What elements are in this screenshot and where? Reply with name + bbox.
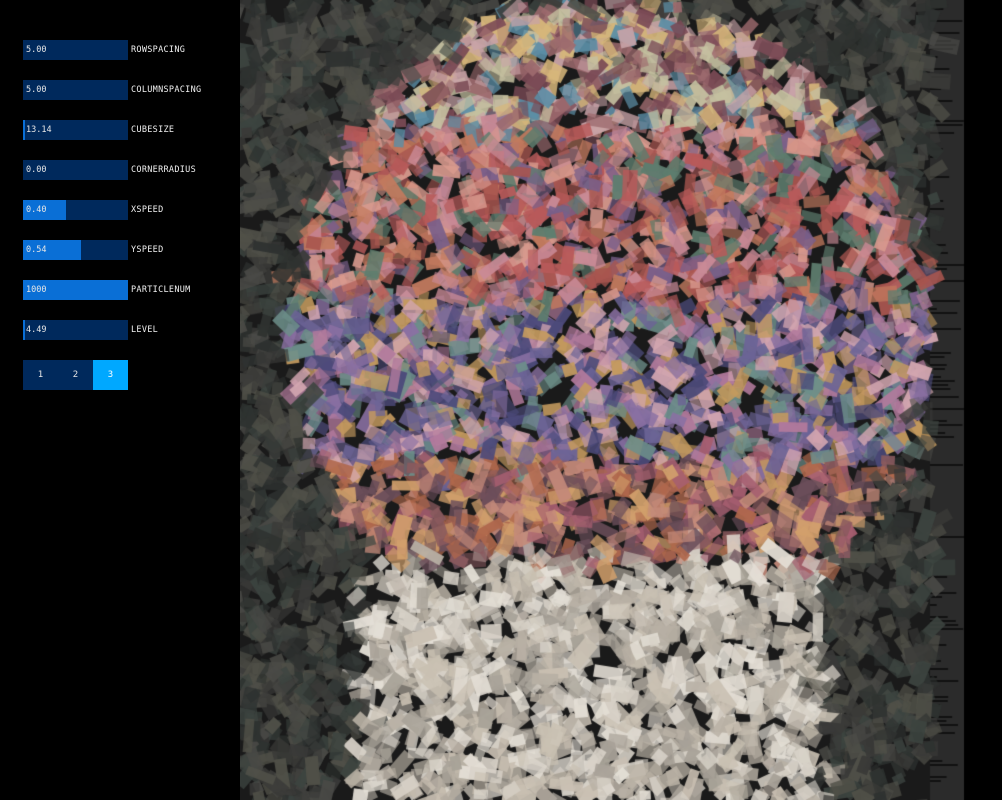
slider-value: 5.00	[26, 85, 47, 95]
particle-canvas[interactable]	[240, 0, 1002, 800]
cornerradius-label: CORNERRADIUS	[131, 165, 197, 175]
particlenum-label: PARTICLENUM	[131, 285, 191, 295]
slider-value: 0.54	[26, 245, 47, 255]
level-label: LEVEL	[131, 325, 159, 335]
slider-value: 4.49	[26, 325, 47, 335]
slider-value: 1000	[26, 285, 47, 295]
yspeed-label: YSPEED	[131, 245, 164, 255]
xspeed-label: XSPEED	[131, 205, 164, 215]
particle-artwork	[240, 0, 1002, 800]
mode-radio-group: 1 2 3	[23, 360, 128, 390]
xspeed-slider[interactable]: 0.40	[23, 200, 128, 220]
cubesize-slider[interactable]: 13.14	[23, 120, 128, 140]
cubesize-label: CUBESIZE	[131, 125, 175, 135]
slider-fill	[23, 320, 26, 340]
radio-option-3[interactable]: 3	[93, 360, 128, 390]
slider-value: 5.00	[26, 45, 47, 55]
slider-value: 0.40	[26, 205, 47, 215]
rowspacing-slider[interactable]: 5.00	[23, 40, 128, 60]
cornerradius-slider[interactable]: 0.00	[23, 160, 128, 180]
level-slider[interactable]: 4.49	[23, 320, 128, 340]
rowspacing-label: ROWSPACING	[131, 45, 186, 55]
particlenum-slider[interactable]: 1000	[23, 280, 128, 300]
radio-option-1[interactable]: 1	[23, 360, 58, 390]
radio-option-2[interactable]: 2	[58, 360, 93, 390]
slider-value: 13.14	[26, 125, 52, 135]
slider-fill	[23, 120, 26, 140]
yspeed-slider[interactable]: 0.54	[23, 240, 128, 260]
columnspacing-label: COLUMNSPACING	[131, 85, 202, 95]
slider-value: 0.00	[26, 165, 47, 175]
control-panel: 5.00 ROWSPACING 5.00 COLUMNSPACING 13.14…	[0, 0, 240, 800]
columnspacing-slider[interactable]: 5.00	[23, 80, 128, 100]
